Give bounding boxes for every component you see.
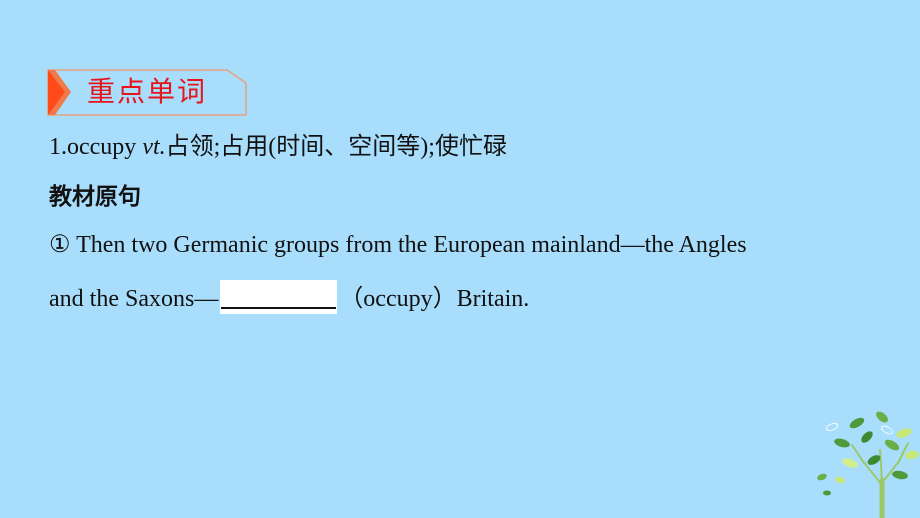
- sentence-after-blank: （occupy）Britain.: [339, 286, 530, 312]
- sentence-line-2: and the Saxons— （occupy）Britain.: [49, 280, 529, 314]
- sentence-before-blank: and the Saxons—: [49, 286, 219, 312]
- sentence-line-1: ① Then two Germanic groups from the Euro…: [49, 232, 747, 258]
- subheading: 教材原句: [49, 184, 141, 210]
- tree-icon: [817, 411, 919, 518]
- section-label-text: 重点单词: [87, 75, 208, 108]
- entry-word: 1.occupy: [49, 134, 137, 160]
- tree-trunk: [851, 442, 909, 518]
- answer-blank[interactable]: [220, 280, 338, 314]
- section-label: 重点单词: [47, 69, 247, 116]
- entry-definition: 占领;占用(时间、空间等);使忙碌: [165, 134, 507, 160]
- vocab-entry: 1.occupy vt.占领;占用(时间、空间等);使忙碌: [49, 132, 507, 162]
- entry-pos: vt.: [142, 134, 166, 160]
